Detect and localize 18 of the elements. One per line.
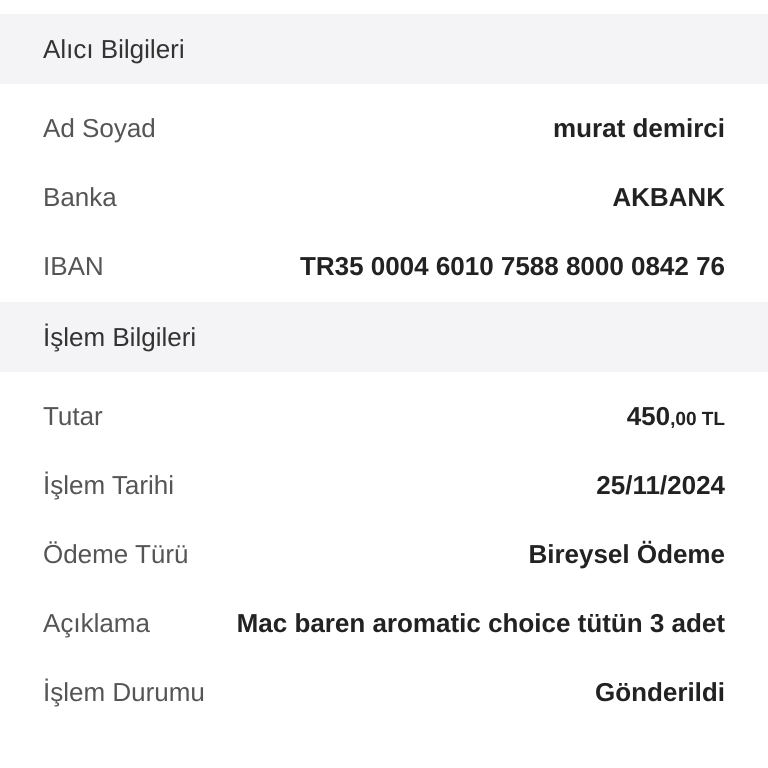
field-value: 25/11/2024 (596, 469, 725, 502)
field-value: Gönderildi (595, 676, 725, 709)
field-value: murat demirci (553, 112, 725, 145)
section-header: İşlem Bilgileri (0, 302, 768, 372)
field-label: Ödeme Türü (43, 539, 188, 570)
field-label: Açıklama (43, 608, 150, 639)
field-value: Bireysel Ödeme (528, 538, 725, 571)
field-label: Banka (43, 182, 117, 213)
field-label: Tutar (43, 401, 103, 432)
field-label: İşlem Durumu (43, 677, 205, 708)
field-label: IBAN (43, 251, 104, 282)
field-value: AKBANK (612, 181, 725, 214)
field-value: 450,00 TL (626, 400, 725, 433)
field-label: İşlem Tarihi (43, 470, 174, 501)
field-label: Ad Soyad (43, 113, 156, 144)
section-header: Alıcı Bilgileri (0, 14, 768, 84)
field-value: Mac baren aromatic choice tütün 3 adet (236, 607, 725, 640)
field-value: TR35 0004 6010 7588 8000 0842 76 (300, 250, 725, 283)
